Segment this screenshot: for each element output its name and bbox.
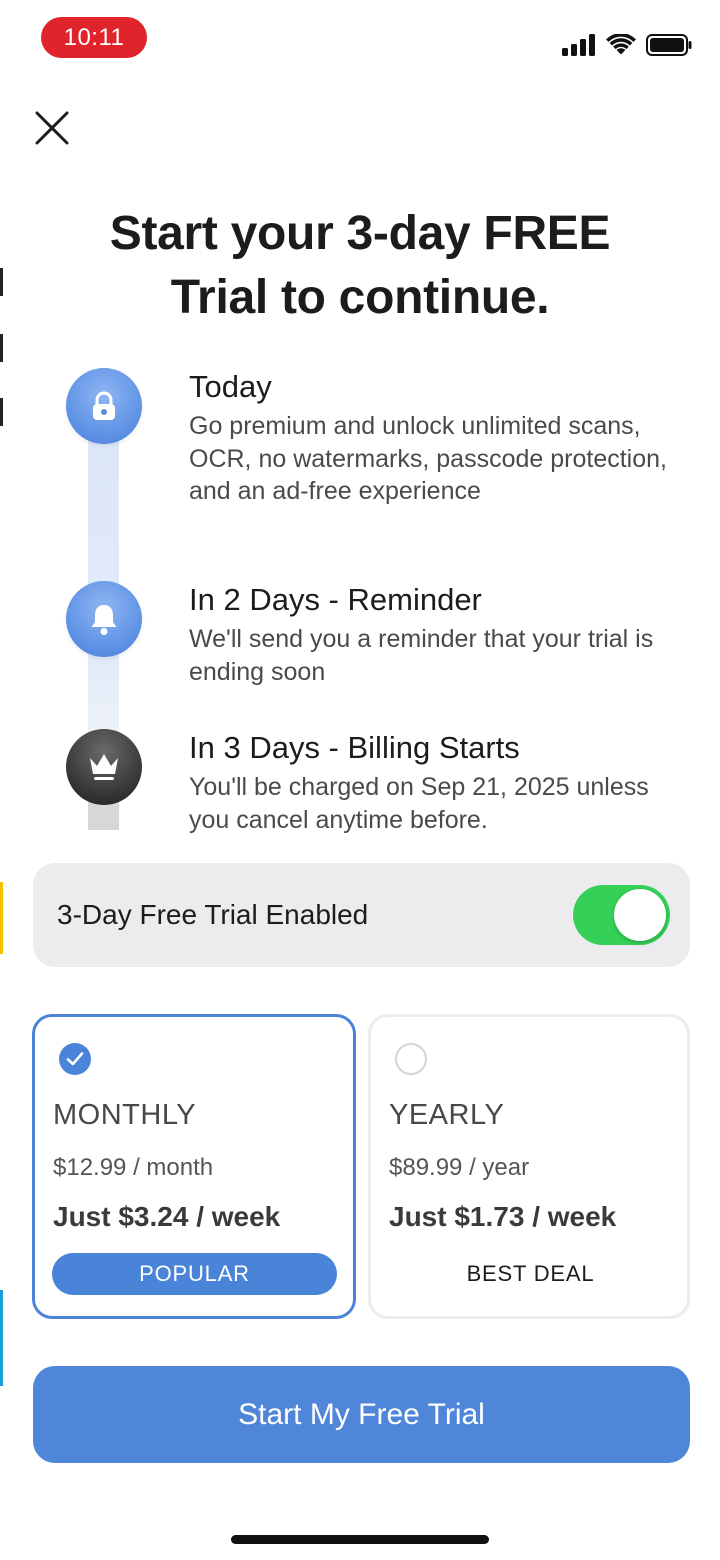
edge-fragment [0,1290,3,1386]
page-title-line-1: Start your 3-day FREE [109,207,611,260]
close-icon [35,111,69,145]
plan-radio-unselected[interactable] [395,1043,427,1075]
plan-name: YEARLY [389,1099,505,1131]
timeline-step-reminder: In 2 Days - Reminder We'll send you a re… [189,581,679,688]
plan-weekly-price: Just $1.73 / week [389,1201,617,1232]
timeline-step-billing: In 3 Days - Billing Starts You'll be cha… [189,729,679,833]
battery-icon [646,34,692,56]
edge-fragment [0,334,3,362]
plan-radio-selected[interactable] [59,1043,91,1075]
timeline-step-description: You'll be charged on Sep 21, 2025 unless… [189,773,649,833]
plan-badge-popular: POPULAR [52,1253,337,1295]
edge-fragment [0,268,3,296]
timeline-step-billing-badge [66,729,142,805]
lock-icon [93,391,115,420]
toggle-knob [614,889,666,941]
timeline-step-today-badge [66,368,142,444]
timeline-step-today: Today Go premium and unlock unlimited sc… [189,368,679,508]
edge-fragment [0,398,3,426]
page-title-line-2: Trial to continue. [170,271,550,324]
status-icons [562,30,692,60]
cellular-signal-icon [562,34,595,56]
timeline-step-title: In 3 Days - Billing Starts [189,730,520,765]
page-title: Start your 3-day FREE Trial to continue. [40,202,680,330]
timeline-step-description: Go premium and unlock unlimited scans, O… [189,412,667,505]
trial-toggle-switch[interactable] [573,885,670,945]
close-button[interactable] [30,106,74,150]
start-free-trial-button[interactable]: Start My Free Trial [33,1366,690,1463]
edge-fragment [0,882,3,954]
timeline-step-title: In 2 Days - Reminder [189,582,482,617]
plan-price: $12.99 / month [53,1154,214,1181]
plan-weekly-price: Just $3.24 / week [53,1201,281,1232]
wifi-icon [606,34,636,55]
home-indicator[interactable] [231,1535,489,1544]
checkmark-icon [66,1052,84,1066]
status-time: 10:11 [41,17,147,58]
plan-price: $89.99 / year [389,1154,530,1181]
trial-toggle-label: 3-Day Free Trial Enabled [57,899,369,930]
plan-badge-best-deal: BEST DEAL [466,1261,595,1286]
plan-card-monthly[interactable]: MONTHLY $12.99 / month Just $3.24 / week… [32,1014,356,1319]
crown-icon [90,754,118,780]
bell-icon [91,605,117,635]
status-bar: 10:11 [0,0,720,80]
timeline-step-description: We'll send you a reminder that your tria… [189,625,654,686]
plan-card-yearly[interactable]: YEARLY $89.99 / year Just $1.73 / week B… [368,1014,690,1319]
trial-toggle-card: 3-Day Free Trial Enabled [33,863,690,967]
plan-name: MONTHLY [53,1099,197,1131]
timeline-step-title: Today [189,369,272,404]
timeline-step-reminder-badge [66,581,142,657]
